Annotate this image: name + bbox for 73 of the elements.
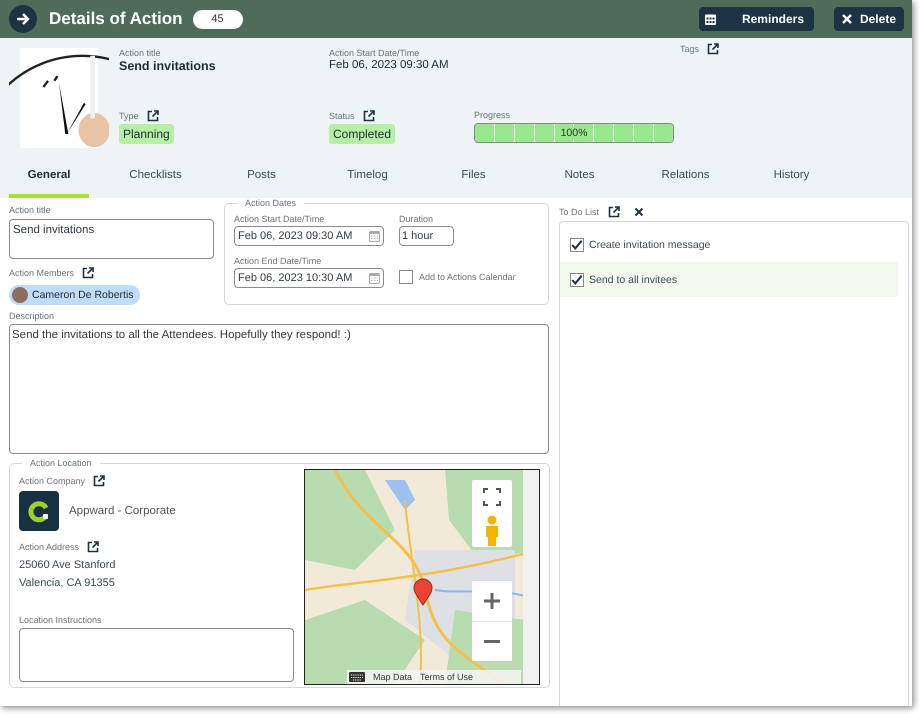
field-label: Location Instructions <box>19 615 103 625</box>
date-field[interactable]: Feb 06, 2023 10:30 AM <box>234 268 384 288</box>
external-link-icon[interactable] <box>87 541 100 553</box>
type-tag: Planning <box>119 124 174 144</box>
zoom-out-button[interactable] <box>472 621 512 661</box>
fullscreen-icon[interactable] <box>472 480 512 514</box>
field-label: Duration <box>399 214 434 224</box>
field-label: Action title <box>119 48 162 58</box>
field-label: Action End Date/Time <box>234 256 322 266</box>
field-label: Description <box>9 311 56 321</box>
status-tag: Completed <box>329 124 396 144</box>
instructions-field[interactable] <box>19 628 294 682</box>
close-icon[interactable] <box>634 207 644 217</box>
tab[interactable]: Relations <box>634 164 737 198</box>
todo-text: Create invitation message <box>589 238 710 250</box>
tab[interactable]: Posts <box>210 164 313 198</box>
minus-icon <box>483 640 501 643</box>
field-label: Action Start Date/Time <box>329 48 420 58</box>
date-field[interactable]: Feb 06, 2023 09:30 AM <box>234 226 384 246</box>
map-pin-icon <box>413 578 433 606</box>
tab[interactable]: History <box>740 164 843 198</box>
field-label: To Do List <box>559 207 600 217</box>
tab[interactable]: Notes <box>528 164 631 198</box>
member-chip[interactable]: Cameron De Robertis <box>9 285 140 305</box>
external-link-icon[interactable] <box>82 267 94 279</box>
external-link-icon[interactable] <box>707 43 720 55</box>
plus-icon <box>483 592 501 610</box>
close-icon <box>842 14 852 24</box>
address-line: Valencia, CA 91355 <box>19 577 116 589</box>
section-legend: Action Location <box>22 458 100 468</box>
tab[interactable]: Checklists <box>104 164 207 198</box>
checkbox-label: Add to Actions Calendar <box>419 272 516 282</box>
company-logo-icon <box>19 491 59 531</box>
field-label: Action Address <box>19 542 80 552</box>
field-label: Action Start Date/Time <box>234 214 326 224</box>
description-field[interactable]: Send the invitations to all the Attendees. Hopefully they respond! :) <box>9 324 549 454</box>
external-link-icon[interactable] <box>362 110 375 122</box>
field-label: Status <box>329 111 355 121</box>
checkbox[interactable] <box>570 238 584 252</box>
calendar-icon <box>705 13 716 25</box>
reminders-button[interactable]: Reminders <box>699 7 814 31</box>
field-label: Action Company <box>19 476 86 486</box>
duration-field[interactable]: 1 hour <box>399 226 454 246</box>
address-line: 25060 Ave Stanford <box>19 559 116 571</box>
scrollbar[interactable] <box>523 470 539 684</box>
field-label: Action Members <box>9 268 74 278</box>
section-legend: Action Dates <box>237 198 304 208</box>
field-label: Progress <box>474 110 512 120</box>
external-link-icon[interactable] <box>93 475 106 487</box>
tab[interactable]: General <box>9 164 89 198</box>
external-link-icon[interactable] <box>608 206 620 218</box>
checkbox[interactable] <box>570 272 584 286</box>
page-title: Details of Action <box>49 9 182 29</box>
tab[interactable]: Timelog <box>316 164 419 198</box>
map-link[interactable]: Map Data <box>373 672 412 682</box>
action-title: Send invitations <box>119 59 217 73</box>
start-date: Feb 06, 2023 09:30 AM <box>329 59 450 71</box>
keyboard-icon[interactable] <box>349 672 365 682</box>
field-label: Tags <box>680 44 700 54</box>
field-label: Action title <box>9 205 52 215</box>
todo-text: Send to all invitees <box>589 274 678 286</box>
map-link[interactable]: Terms of Use <box>420 672 474 682</box>
count-badge: 45 <box>192 10 242 28</box>
checkbox[interactable] <box>399 270 413 284</box>
external-link-icon[interactable] <box>146 110 159 122</box>
title-field[interactable]: Send invitations <box>9 219 214 259</box>
todo-item-highlighted[interactable]: Send to all invitees <box>560 262 898 297</box>
todo-item[interactable]: Create invitation message <box>560 227 898 262</box>
delete-button[interactable]: Delete <box>834 7 904 31</box>
field-label: Type <box>119 111 139 121</box>
company-name: Appward - Corporate <box>69 505 176 517</box>
progress-reading: 100% <box>559 127 589 139</box>
tab[interactable]: Files <box>422 164 525 198</box>
